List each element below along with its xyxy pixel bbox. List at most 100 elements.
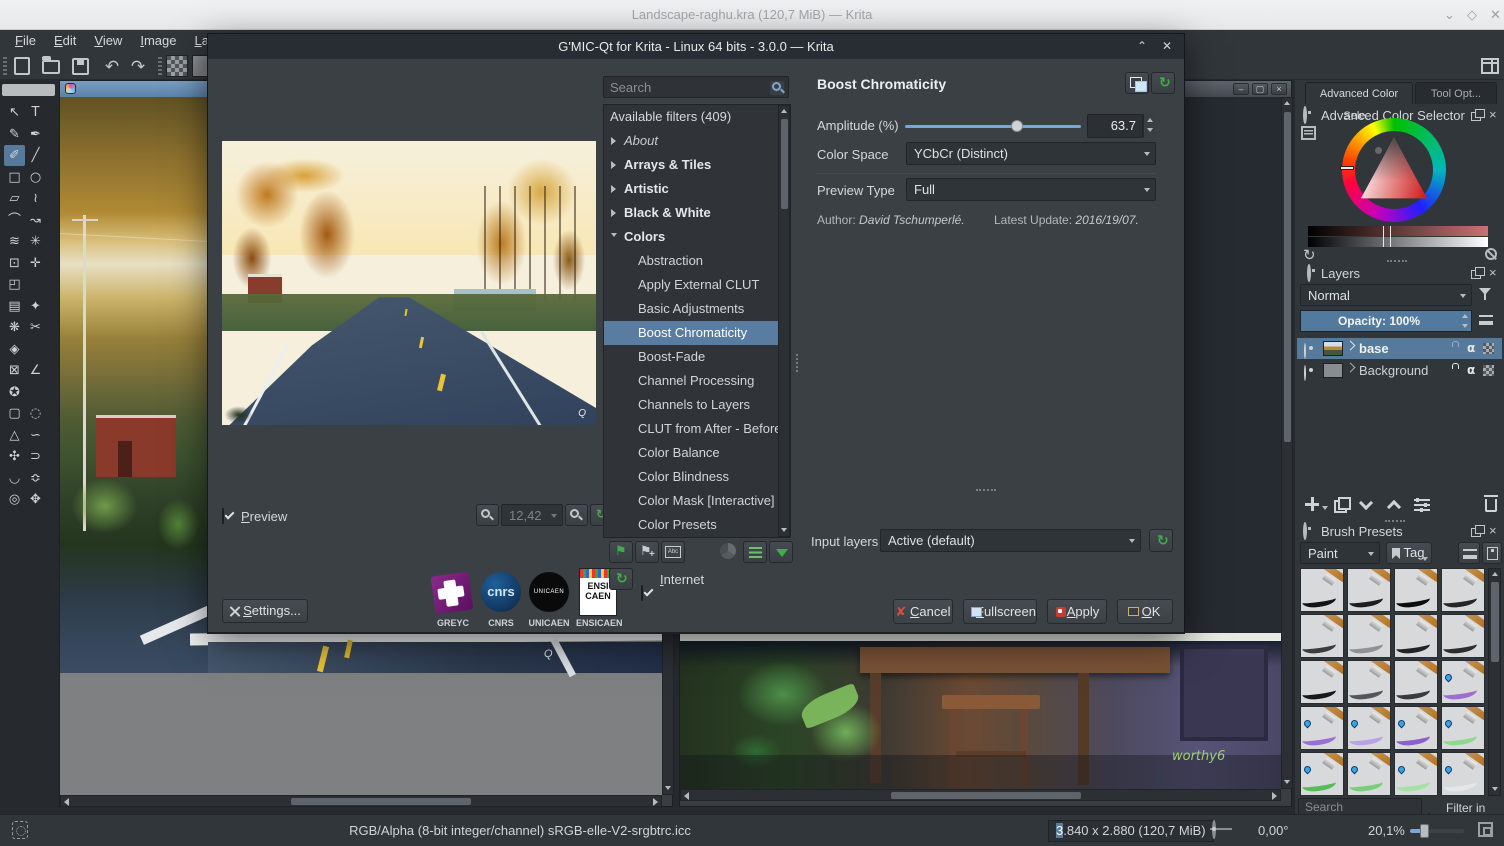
zoom-fit-icon[interactable] (1478, 822, 1493, 837)
transform-tool[interactable]: ⊡ (4, 253, 25, 274)
logo-greyc[interactable]: GREYC (430, 571, 475, 630)
assistants-tool[interactable]: ⊠ (4, 360, 25, 381)
tab-advanced-color-selector[interactable]: Advanced Color Sele... (1305, 82, 1413, 122)
colorspace-combo[interactable]: YCbCr (Distinct) (906, 142, 1156, 165)
spin-up-icon[interactable] (1462, 314, 1468, 318)
color-sampler-tool[interactable]: ✦ (25, 296, 46, 317)
chevron-right-icon[interactable] (611, 161, 616, 169)
brush-preset-thumbnail[interactable] (1300, 660, 1344, 704)
docker-grip[interactable] (1385, 520, 1405, 522)
polygonal-select-tool[interactable]: △ (4, 425, 25, 446)
scroll-up-icon[interactable] (1492, 572, 1498, 576)
text-tool[interactable]: T (25, 102, 46, 123)
brush-preset-thumbnail[interactable] (1300, 614, 1344, 658)
rename-fave-button[interactable]: Abc (661, 541, 685, 563)
detach-preview-button[interactable] (1125, 72, 1149, 94)
amplitude-spinbox[interactable]: 63.7 (1087, 114, 1143, 138)
brush-preset-thumbnail[interactable] (1347, 614, 1391, 658)
reference-images-tool[interactable]: ✪ (4, 382, 25, 403)
scrollbar-thumb[interactable] (1284, 112, 1291, 442)
calligraphy-tool[interactable]: ✒ (25, 124, 46, 145)
splitter-grip[interactable] (976, 489, 996, 491)
input-layers-combo[interactable]: Active (default) (880, 529, 1141, 552)
close-icon[interactable]: × (1489, 266, 1497, 279)
scroll-down-icon[interactable] (1492, 787, 1498, 791)
visibility-eye-icon[interactable] (1304, 343, 1306, 359)
scroll-up-icon[interactable] (1284, 101, 1290, 105)
menu-file[interactable]: File (6, 30, 45, 52)
brush-preset-thumbnail[interactable] (1300, 706, 1344, 750)
presets-detail-button[interactable] (1482, 542, 1502, 564)
filter-category[interactable]: Artistic (604, 177, 790, 201)
left-canvas-hscrollbar[interactable] (60, 795, 662, 807)
chevron-right-icon[interactable] (611, 185, 616, 193)
pan-tool[interactable]: ✥ (25, 489, 46, 510)
no-color-icon[interactable] (1485, 248, 1497, 260)
internet-checkbox[interactable] (641, 585, 643, 601)
scrollbar-thumb[interactable] (781, 119, 788, 209)
add-layer-dropdown-icon[interactable] (1322, 506, 1328, 510)
zoom-tool[interactable]: ◎ (4, 489, 25, 510)
splitter-grip[interactable] (796, 354, 798, 372)
alpha-inherit-icon[interactable] (1483, 365, 1494, 376)
minimize-icon[interactable]: ⌄ (1444, 8, 1455, 22)
chevron-down-icon[interactable] (611, 233, 617, 237)
similar-select-tool[interactable]: ✣ (4, 446, 25, 467)
tab-tool-options[interactable]: Tool Opt... (1415, 82, 1497, 104)
close-icon[interactable]: ✕ (1490, 8, 1501, 22)
shade-bar-gray[interactable] (1308, 237, 1488, 247)
close-icon[interactable]: ✕ (1158, 38, 1176, 54)
float-docker-icon[interactable] (1471, 109, 1485, 121)
rectangle-tool[interactable]: □ (4, 167, 25, 188)
preview-checkbox[interactable] (222, 508, 224, 524)
brush-search-input[interactable] (1299, 799, 1421, 815)
scroll-right-icon[interactable] (1272, 792, 1277, 800)
fullscreen-button[interactable]: Fullscreen (963, 599, 1037, 624)
reset-parameters-button[interactable]: ↻ (1151, 72, 1175, 94)
filter-tree-scrollbar[interactable] (778, 105, 790, 537)
rect-select-tool[interactable]: ▢ (4, 403, 25, 424)
docker-lock-icon[interactable] (1307, 264, 1311, 282)
filter-category[interactable]: About (604, 129, 790, 153)
menu-view[interactable]: View (85, 30, 131, 52)
brush-preset-thumbnail[interactable] (1441, 660, 1485, 704)
brush-preset-thumbnail[interactable] (1441, 614, 1485, 658)
amplitude-slider-handle[interactable] (1011, 120, 1024, 132)
filter-layers-icon[interactable] (1479, 288, 1491, 300)
bezier-select-tool[interactable]: ⊃ (25, 446, 46, 467)
preview-checkbox-label[interactable]: Preview (241, 509, 287, 524)
alpha-icon[interactable]: α (1467, 363, 1475, 377)
filter-list-header[interactable]: Available filters (409) (604, 105, 790, 129)
multibrush-tool[interactable]: ✳ (25, 231, 46, 252)
zoom-percent[interactable]: 20,1% (1368, 823, 1405, 838)
workspace-chooser-icon[interactable] (1481, 58, 1499, 74)
refresh-icon[interactable]: ↻ (1303, 244, 1316, 266)
spin-down-icon[interactable] (1462, 324, 1468, 328)
fill-tool[interactable]: ◈ (4, 339, 25, 360)
layers-menu-icon[interactable] (1479, 315, 1493, 325)
apply-button[interactable]: Apply (1047, 599, 1107, 624)
previewtype-combo[interactable]: Full (906, 178, 1156, 201)
image-dimensions-field[interactable]: 3.840 x 2.880 (120,7 MiB) (1048, 820, 1214, 842)
freehand-path-tool[interactable]: ↝ (25, 210, 46, 231)
toolbox-header[interactable] (2, 84, 55, 96)
presets-view-list-button[interactable] (1458, 542, 1480, 564)
filter-item[interactable]: Boost Chromaticity (604, 321, 790, 345)
layer-properties-icon[interactable] (1414, 498, 1430, 511)
logo-unicaen[interactable]: UNICAEN UNICAEN (527, 572, 571, 630)
alpha-icon[interactable]: α (1467, 341, 1475, 355)
menu-edit[interactable]: Edit (45, 30, 85, 52)
toolbar-drag-handle[interactable] (3, 57, 7, 75)
layer-style-icon[interactable] (1345, 340, 1356, 351)
crop-tool[interactable]: ◰ (4, 274, 25, 295)
close-icon[interactable]: × (1489, 108, 1497, 121)
artwork-road-strip[interactable]: Q (208, 638, 662, 678)
rotation-angle[interactable]: 0,00° (1258, 823, 1289, 838)
spin-up-icon[interactable] (1147, 118, 1153, 122)
polygon-tool[interactable]: ▱ (4, 188, 25, 209)
brush-preset-thumbnail[interactable] (1441, 568, 1485, 612)
filter-item[interactable]: CLUT from After - Before (604, 417, 790, 441)
filter-category[interactable]: Black & White (604, 201, 790, 225)
brush-preset-thumbnail[interactable] (1394, 568, 1438, 612)
zoom-out-button[interactable] (476, 504, 499, 526)
